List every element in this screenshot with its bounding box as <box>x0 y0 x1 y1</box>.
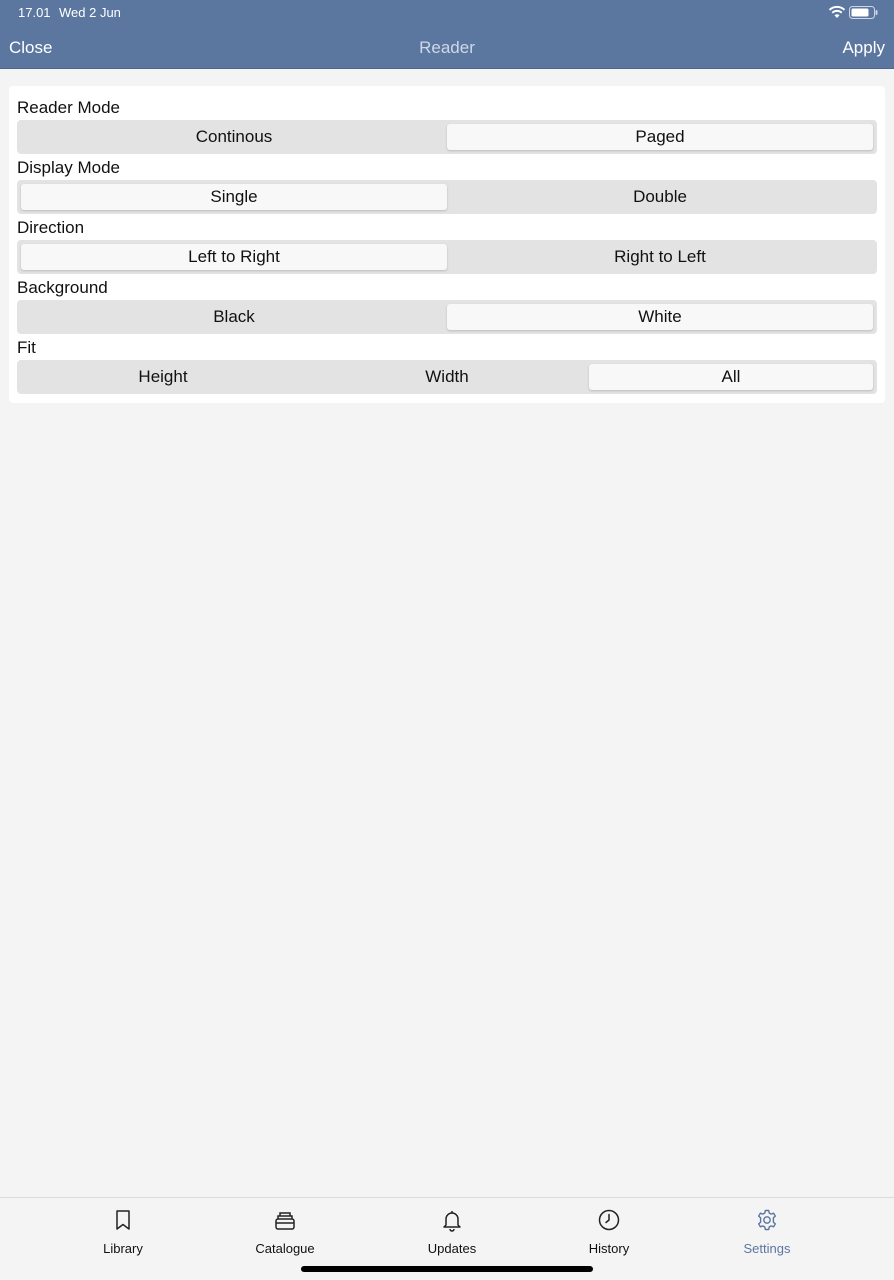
bookmark-icon <box>116 1210 130 1230</box>
tab-settings-label: Settings <box>743 1241 791 1256</box>
tab-updates[interactable]: Updates <box>392 1208 512 1256</box>
tab-catalogue[interactable]: Catalogue <box>225 1208 345 1256</box>
tab-settings[interactable]: Settings <box>707 1208 827 1256</box>
display-mode-label: Display Mode <box>17 158 120 177</box>
status-date: Wed 2 Jun <box>59 5 121 20</box>
battery-icon <box>849 6 878 19</box>
display-mode-single-option[interactable]: Single <box>21 184 447 210</box>
tab-catalogue-label: Catalogue <box>255 1241 315 1256</box>
bell-icon <box>443 1211 461 1232</box>
tab-library-label: Library <box>103 1241 143 1256</box>
tab-history-label: History <box>588 1241 630 1256</box>
fit-height-option[interactable]: Height <box>21 364 305 390</box>
background-black-option[interactable]: Black <box>21 304 447 330</box>
page-title: Reader <box>419 38 475 57</box>
background-white-option[interactable]: White <box>447 304 873 330</box>
reader-mode-label: Reader Mode <box>17 98 121 117</box>
fit-control: Height Width All <box>17 360 877 394</box>
fit-all-option[interactable]: All <box>589 364 873 390</box>
header-bar: 17.01 Wed 2 Jun Close Reader Apply <box>0 0 894 69</box>
gear-icon <box>758 1209 776 1231</box>
reader-settings-card: Reader Mode Continous Paged Display Mode… <box>9 86 885 403</box>
display-mode-control: Single Double <box>17 180 877 214</box>
wifi-icon <box>828 5 846 18</box>
apply-button[interactable]: Apply <box>842 38 885 58</box>
fit-label: Fit <box>17 338 36 357</box>
tab-library[interactable]: Library <box>63 1208 183 1256</box>
home-indicator <box>301 1266 593 1272</box>
reader-mode-paged-option[interactable]: Paged <box>447 124 873 150</box>
direction-label: Direction <box>17 218 85 237</box>
direction-right-to-left-option[interactable]: Right to Left <box>447 244 873 270</box>
background-label: Background <box>17 278 108 297</box>
reader-mode-continous-option[interactable]: Continous <box>21 124 447 150</box>
background-control: Black White <box>17 300 877 334</box>
status-time: 17.01 <box>18 5 51 20</box>
tab-updates-label: Updates <box>427 1241 477 1256</box>
tab-history[interactable]: History <box>549 1208 669 1256</box>
fit-width-option[interactable]: Width <box>305 364 589 390</box>
reader-mode-control: Continous Paged <box>17 120 877 154</box>
direction-left-to-right-option[interactable]: Left to Right <box>21 244 447 270</box>
catalogue-icon <box>275 1212 295 1230</box>
direction-control: Left to Right Right to Left <box>17 240 877 274</box>
status-bar: 17.01 Wed 2 Jun <box>0 0 894 26</box>
clock-icon <box>598 1209 620 1231</box>
display-mode-double-option[interactable]: Double <box>447 184 873 210</box>
